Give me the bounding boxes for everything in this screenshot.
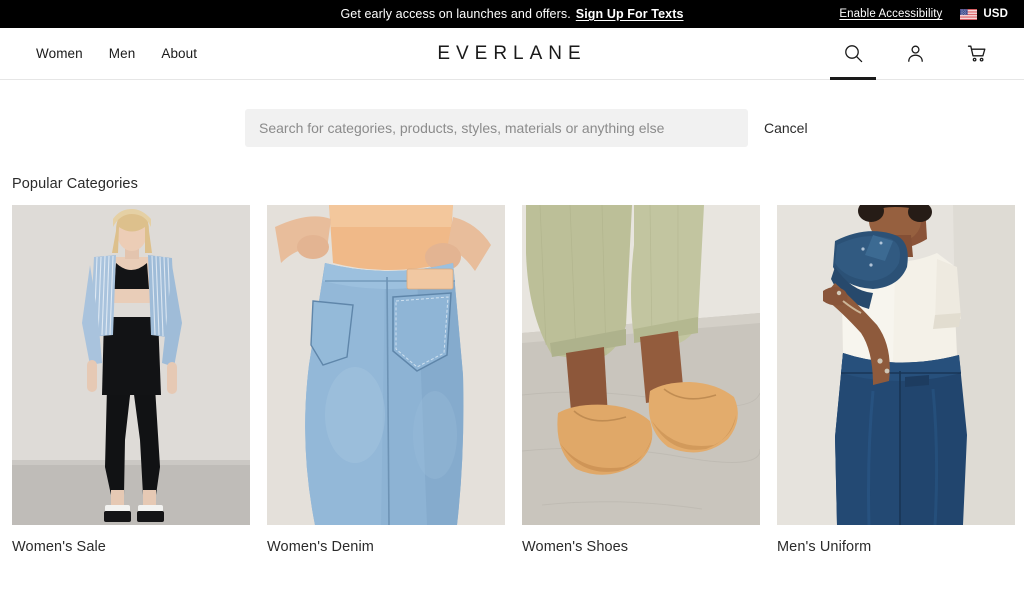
category-image-womens-denim: [267, 205, 505, 525]
category-label: Men's Uniform: [777, 539, 872, 555]
currency-selector[interactable]: USD: [960, 8, 1008, 20]
section-title: Popular Categories: [12, 176, 138, 192]
womens-denim-photo: [267, 205, 505, 525]
category-label: Women's Denim: [267, 539, 374, 555]
cart-button[interactable]: [954, 28, 1000, 80]
search-button[interactable]: [830, 28, 876, 80]
category-card-womens-shoes[interactable]: Women's Shoes: [522, 205, 760, 555]
search-bar-row: Cancel: [0, 80, 1024, 176]
promo-banner: Get early access on launches and offers.…: [0, 0, 1024, 28]
category-card-womens-sale[interactable]: Women's Sale: [12, 205, 250, 555]
cancel-search-button[interactable]: Cancel: [760, 120, 812, 136]
category-image-womens-shoes: [522, 205, 760, 525]
womens-sale-photo: [12, 205, 250, 525]
everlane-logo[interactable]: EVERLANE: [437, 43, 586, 65]
nav-item-men[interactable]: Men: [109, 46, 136, 61]
account-button[interactable]: [892, 28, 938, 80]
nav-item-about[interactable]: About: [161, 46, 197, 61]
category-label: Women's Sale: [12, 539, 106, 555]
search-icon: [844, 45, 862, 63]
womens-shoes-photo: [522, 205, 760, 525]
category-card-mens-uniform[interactable]: Men's Uniform: [777, 205, 1015, 555]
popular-categories-section: Popular Categories Women's Sale Women's …: [0, 176, 1024, 555]
promo-message: Get early access on launches and offers.: [340, 7, 571, 21]
category-label: Women's Shoes: [522, 539, 629, 555]
account-icon: [907, 45, 923, 62]
nav-icon-group: [830, 28, 1000, 80]
search-input[interactable]: [245, 109, 748, 147]
cart-icon: [967, 45, 986, 62]
nav-links: Women Men About: [36, 46, 197, 61]
currency-label: USD: [983, 8, 1008, 20]
signup-for-texts-link[interactable]: Sign Up For Texts: [576, 7, 684, 21]
enable-accessibility-link[interactable]: Enable Accessibility: [839, 8, 942, 20]
nav-item-women[interactable]: Women: [36, 46, 83, 61]
category-card-grid: Women's Sale Women's Denim Women's Shoes…: [0, 205, 1024, 555]
promo-banner-right: Enable Accessibility USD: [839, 0, 1008, 28]
category-card-womens-denim[interactable]: Women's Denim: [267, 205, 505, 555]
category-image-womens-sale: [12, 205, 250, 525]
category-image-mens-uniform: [777, 205, 1015, 525]
mens-uniform-photo: [777, 205, 1015, 525]
us-flag-icon: [960, 8, 978, 20]
main-navigation: Women Men About EVERLANE: [0, 28, 1024, 80]
